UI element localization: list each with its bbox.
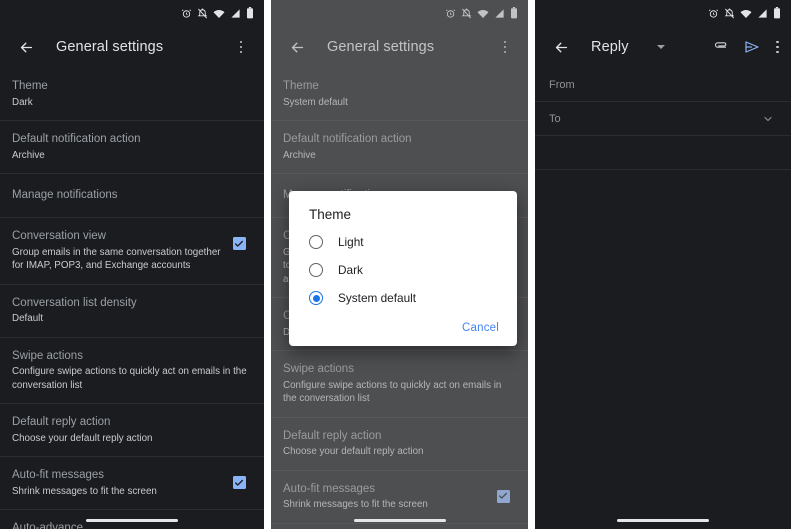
wifi-icon	[213, 8, 225, 19]
notifications-off-icon	[724, 7, 735, 19]
dialog-title: Theme	[309, 207, 352, 222]
settings-row-default-notification-action[interactable]: Default notification action Archive	[0, 121, 264, 174]
settings-row-conversation-view[interactable]: Conversation view Group emails in the sam…	[0, 218, 264, 285]
three-phone-screenshots: General settings Theme Dark Default notif…	[0, 0, 791, 529]
subject-field[interactable]	[535, 136, 791, 170]
status-bar	[0, 0, 264, 26]
from-label: From	[549, 78, 575, 91]
option-label: Light	[338, 235, 364, 249]
compose-actions	[713, 39, 779, 55]
home-indicator[interactable]	[617, 519, 709, 522]
alarm-icon	[181, 8, 192, 19]
more-options-icon[interactable]	[230, 40, 252, 54]
phone-screen-theme-dialog: General settings Theme System default Def…	[271, 0, 528, 529]
row-subtitle: Shrink messages to fit the screen	[12, 485, 157, 497]
row-subtitle: Configure swipe actions to quickly act o…	[12, 366, 247, 391]
gesture-nav-bar	[535, 512, 791, 529]
send-icon[interactable]	[744, 39, 760, 55]
attachment-icon[interactable]	[713, 40, 728, 55]
settings-row-default-reply-action[interactable]: Default reply action Choose your default …	[0, 404, 264, 457]
gesture-nav-bar	[0, 512, 264, 529]
cell-signal-icon	[230, 8, 241, 19]
to-label: To	[549, 112, 561, 125]
chevron-down-icon[interactable]	[656, 45, 665, 49]
cell-signal-icon	[757, 8, 768, 19]
phone-screen-reply-compose: Reply From To	[535, 0, 791, 529]
theme-option-dark[interactable]: Dark	[289, 256, 517, 284]
settings-row-manage-notifications[interactable]: Manage notifications	[0, 174, 264, 218]
gesture-nav-bar	[271, 512, 528, 529]
back-arrow-icon[interactable]	[547, 39, 575, 56]
status-bar	[535, 0, 791, 26]
checkbox-checked-icon[interactable]	[232, 237, 246, 250]
home-indicator[interactable]	[86, 519, 178, 522]
row-subtitle: Archive	[12, 149, 45, 161]
settings-row-theme[interactable]: Theme Dark	[0, 68, 264, 121]
to-field[interactable]: To	[535, 102, 791, 136]
radio-unselected-icon[interactable]	[309, 235, 323, 249]
row-title: Theme	[12, 80, 48, 92]
row-title: Manage notifications	[12, 189, 118, 201]
dialog-actions: Cancel	[289, 312, 517, 340]
cancel-button[interactable]: Cancel	[462, 322, 499, 334]
theme-dialog: Theme Light Dark System default Cancel	[289, 191, 517, 346]
row-title: Swipe actions	[12, 349, 83, 362]
chevron-down-icon[interactable]	[759, 113, 777, 125]
back-arrow-icon[interactable]	[12, 39, 40, 56]
home-indicator[interactable]	[353, 519, 446, 522]
row-subtitle: Default	[12, 313, 44, 324]
checkbox-cell	[226, 229, 252, 250]
app-bar: General settings	[0, 26, 264, 68]
notifications-off-icon	[197, 7, 208, 19]
more-options-icon[interactable]	[776, 40, 779, 54]
option-label: Dark	[338, 263, 363, 277]
settings-row-swipe-actions[interactable]: Swipe actions Configure swipe actions to …	[0, 338, 264, 404]
alarm-icon	[708, 8, 719, 19]
compose-app-bar: Reply	[535, 26, 791, 68]
row-subtitle: Group emails in the same conversation to…	[12, 246, 221, 272]
theme-option-light[interactable]: Light	[289, 228, 517, 256]
row-subtitle: Choose your default reply action	[12, 432, 153, 444]
row-title: Default reply action	[12, 416, 111, 428]
phone-screen-settings-dark: General settings Theme Dark Default notif…	[0, 0, 264, 529]
row-title: Auto-fit messages	[12, 469, 105, 481]
battery-icon	[773, 7, 781, 19]
battery-icon	[246, 7, 254, 19]
settings-list: Theme Dark Default notification action Arc…	[0, 68, 264, 529]
checkbox-cell	[226, 468, 252, 489]
from-field[interactable]: From	[535, 68, 791, 102]
row-title: Conversation view	[12, 230, 106, 242]
compose-mode-title: Reply	[591, 39, 629, 55]
checkbox-checked-icon[interactable]	[232, 476, 246, 489]
settings-row-conversation-list-density[interactable]: Conversation list density Default	[0, 285, 264, 338]
radio-selected-icon[interactable]	[309, 291, 323, 305]
page-title: General settings	[56, 39, 164, 55]
row-title: Conversation list density	[12, 296, 137, 309]
wifi-icon	[740, 8, 752, 19]
row-title: Default notification action	[12, 133, 141, 145]
radio-unselected-icon[interactable]	[309, 263, 323, 277]
settings-row-auto-fit-messages[interactable]: Auto-fit messages Shrink messages to fit …	[0, 457, 264, 510]
compose-form: From To	[535, 68, 791, 170]
theme-option-system-default[interactable]: System default	[289, 284, 517, 312]
row-subtitle: Dark	[12, 96, 33, 108]
option-label: System default	[338, 291, 417, 305]
